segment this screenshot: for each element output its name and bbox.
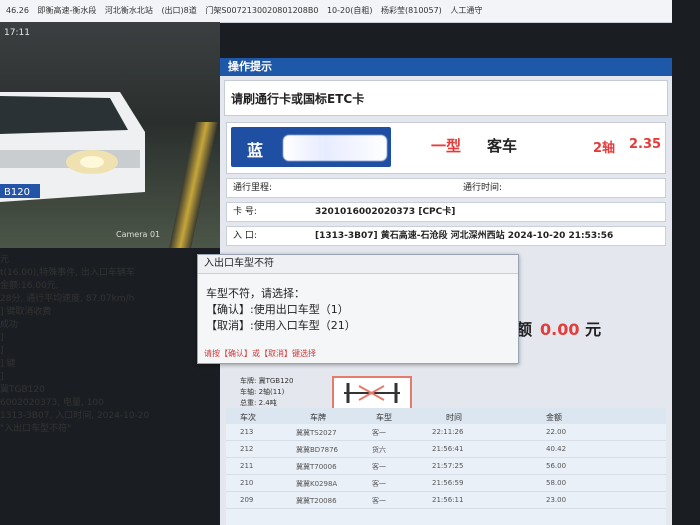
col-header: 时间: [446, 413, 462, 422]
transaction-log: 元 t(16.00),特殊事件, 出入口车辆车 金额:16.00元, 28分, …: [0, 254, 220, 525]
cell: 56.00: [546, 462, 567, 470]
status-item: 河北衡水北站: [104, 6, 153, 15]
cell: 40.42: [546, 445, 567, 453]
cell: 客一: [372, 463, 386, 471]
entry-label: 入 口:: [233, 231, 257, 241]
cell: 210: [240, 479, 254, 487]
col-header: 车型: [376, 413, 392, 422]
status-item: 杨彩莹(810057): [381, 6, 442, 15]
log-line: ]: [0, 333, 4, 343]
cell: 21:57:25: [432, 462, 464, 470]
dialog-hint: 请按【确认】或【取消】键选择: [204, 349, 316, 358]
cell: 货六: [372, 446, 386, 454]
vehicle-type: 客车: [487, 137, 518, 155]
dialog-title: 入出口车型不符: [198, 255, 518, 274]
cell: 客一: [372, 429, 386, 437]
log-line: 金额:16.00元,: [0, 281, 59, 291]
cell: 209: [240, 496, 254, 504]
mileage-row: 通行里程: 通行时间:: [226, 178, 666, 198]
cell: 22.00: [546, 428, 567, 436]
camera-label: Camera 01: [116, 230, 161, 239]
vehicle-info: 蓝 一型 客车 2轴 2.35: [226, 122, 666, 174]
cell: 客一: [372, 480, 386, 488]
axle-diagram-icon: [332, 376, 412, 410]
card-value: 3201016002020373 [CPC卡]: [315, 207, 456, 217]
plate-box: 蓝: [231, 127, 391, 167]
col-header: 车次: [240, 413, 256, 422]
col-header: 车牌: [310, 413, 326, 422]
table-header: 车次 车牌 车型 时间 金额: [226, 408, 666, 424]
amount-value: 0.00: [540, 320, 580, 339]
barrier-pole: [168, 122, 218, 248]
cell: 冀冀BD7876: [296, 446, 339, 454]
cell: 211: [240, 462, 254, 470]
cell: 212: [240, 445, 254, 453]
log-line: 冀TGB120: [0, 385, 45, 395]
cell: 58.00: [546, 479, 567, 487]
camera-view: 17:11 B120 Camera 01: [0, 22, 220, 248]
log-line: ] 键取消收费: [0, 307, 52, 317]
status-item: (出口)8道: [161, 6, 197, 15]
time-label: 通行时间:: [463, 183, 503, 193]
log-line: ] 键: [0, 359, 16, 369]
panel-header: 操作提示: [220, 58, 672, 76]
status-item: 门架S0072130020801208B0: [205, 6, 319, 15]
status-item: 46.26: [6, 6, 29, 15]
col-header: 金额: [546, 413, 562, 422]
vehicle-image: B120: [0, 92, 145, 202]
vehicle-axles: 2轴: [593, 141, 616, 156]
recent-transactions-table: 车次 车牌 车型 时间 金额 213 冀冀TS2027 客一 22:11:26 …: [226, 408, 666, 525]
status-item: 即衡高速-衡水段: [37, 6, 97, 15]
log-line: 成功: [0, 320, 19, 330]
cell: 23.00: [546, 496, 567, 504]
dialog-message: 车型不符，请选择：: [206, 287, 305, 300]
status-item: 人工通守: [450, 6, 483, 15]
entry-row: 入 口: [1313-3B07] 黄石高速-石沧段 河北深州西站 2024-10…: [226, 226, 666, 246]
prompt-message: 请刷通行卡或国标ETC卡: [224, 80, 668, 116]
card-label: 卡 号:: [233, 207, 257, 217]
cell: 213: [240, 428, 254, 436]
vehicle-weight: 2.35: [629, 137, 662, 152]
cell: 冀冀T70006: [296, 463, 337, 471]
log-line: 1313-3B07, 入口时间, 2024-10-20: [0, 411, 150, 421]
status-bar: 46.26 即衡高速-衡水段 河北衡水北站 (出口)8道 门架S00721300…: [0, 0, 672, 23]
cell: 冀冀K0298A: [296, 480, 338, 488]
vehicle-plate: B120: [4, 187, 30, 198]
table-row[interactable]: 212 冀冀BD7876 货六 21:56:41 40.42: [226, 441, 666, 458]
mileage-label: 通行里程:: [233, 183, 273, 193]
log-line: t(16.00),特殊事件, 出入口车辆车: [0, 268, 135, 278]
entry-value: [1313-3B07] 黄石高速-石沧段 河北深州西站 2024-10-20 2…: [315, 231, 614, 241]
plate-number-redacted: [283, 135, 387, 161]
table-row[interactable]: 211 冀冀T70006 客一 21:57:25 56.00: [226, 458, 666, 475]
table-row[interactable]: 210 冀冀K0298A 客一 21:56:59 58.00: [226, 475, 666, 492]
table-row[interactable]: 213 冀冀TS2027 客一 22:11:26 22.00: [226, 424, 666, 441]
vehicle-class: 一型: [431, 137, 462, 155]
camera-time: 17:11: [4, 28, 30, 38]
plate-color: 蓝: [247, 141, 264, 160]
dialog-body: 车型不符，请选择： 【确认】:使用出口车型（1） 【取消】:使用入口车型（21）: [198, 274, 518, 334]
card-row: 卡 号: 3201016002020373 [CPC卡]: [226, 202, 666, 222]
log-line: ]: [0, 346, 4, 356]
cell: 21:56:41: [432, 445, 464, 453]
vehicle-type-mismatch-dialog[interactable]: 入出口车型不符 车型不符，请选择： 【确认】:使用出口车型（1） 【取消】:使用…: [197, 254, 519, 364]
log-line: 元: [0, 255, 10, 265]
cell: 21:56:11: [432, 496, 464, 504]
log-line: 28分, 通行平均速度, 87.07km/h: [0, 294, 135, 304]
cell: 冀冀T20086: [296, 497, 337, 505]
amount-unit: 元: [585, 320, 602, 339]
table-row[interactable]: 209 冀冀T20086 客一 21:56:11 23.00: [226, 492, 666, 509]
cell: 22:11:26: [432, 428, 464, 436]
log-line: ]: [0, 372, 4, 382]
cancel-option[interactable]: 【取消】:使用入口车型（21）: [206, 318, 510, 334]
log-line: 6002020373, 电量, 100: [0, 398, 104, 408]
cell: 21:56:59: [432, 479, 464, 487]
cell: 冀冀TS2027: [296, 429, 337, 437]
log-line: "入出口车型不符": [0, 424, 72, 434]
cell: 客一: [372, 497, 386, 505]
confirm-option[interactable]: 【确认】:使用出口车型（1）: [206, 302, 510, 318]
status-item: 10-20(自粗): [326, 6, 373, 15]
